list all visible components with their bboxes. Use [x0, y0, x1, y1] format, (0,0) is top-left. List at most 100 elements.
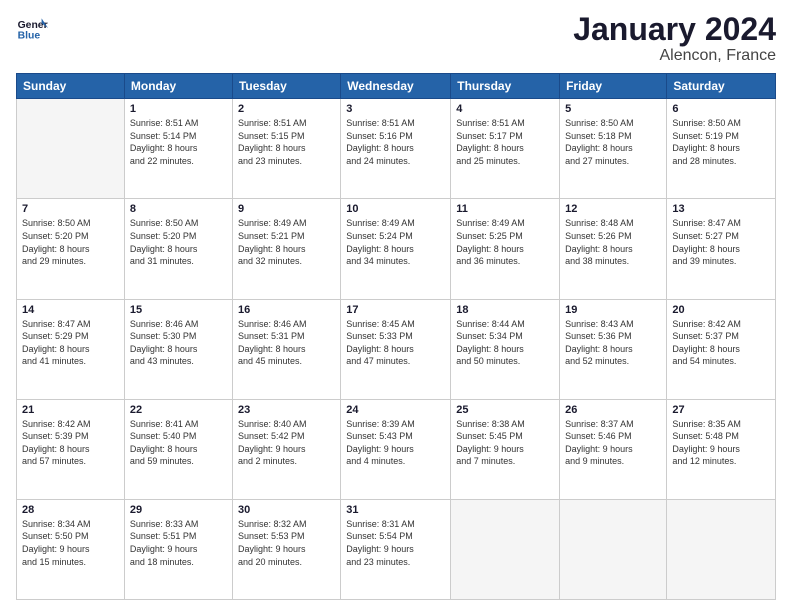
calendar-cell: 1 Sunrise: 8:51 AMSunset: 5:14 PMDaylight…	[124, 99, 232, 199]
logo-icon: General Blue	[16, 12, 48, 44]
day-number: 23	[238, 404, 335, 416]
day-number: 31	[346, 504, 445, 516]
calendar-cell: 29Sunrise: 8:33 AMSunset: 5:51 PMDayligh…	[124, 499, 232, 599]
day-number: 20	[672, 304, 770, 316]
calendar-cell: 22 Sunrise: 8:41 AMSunset: 5:40 PMDayligh…	[124, 399, 232, 499]
calendar-cell: 21 Sunrise: 8:42 AMSunset: 5:39 PMDayligh…	[17, 399, 125, 499]
calendar-cell: 3Sunrise: 8:51 AMSunset: 5:16 PMDaylight…	[341, 99, 451, 199]
calendar-cell: 15 Sunrise: 8:46 AMSunset: 5:30 PMDayligh…	[124, 299, 232, 399]
day-number: 22	[130, 404, 227, 416]
calendar-cell: 27 Sunrise: 8:35 AMSunset: 5:48 PMDayligh…	[667, 399, 776, 499]
day-info: Sunrise: 8:46 AMSunset: 5:31 PMDaylight:…	[238, 318, 335, 368]
calendar-cell: 16 Sunrise: 8:46 AMSunset: 5:31 PMDayligh…	[232, 299, 340, 399]
day-number: 16	[238, 304, 335, 316]
calendar-cell	[667, 499, 776, 599]
calendar-cell: 10Sunrise: 8:49 AMSunset: 5:24 PMDayligh…	[341, 199, 451, 299]
calendar-cell: 24 Sunrise: 8:39 AMSunset: 5:43 PMDayligh…	[341, 399, 451, 499]
day-number: 5	[565, 103, 661, 115]
day-number: 24	[346, 404, 445, 416]
calendar-week-row: 14Sunrise: 8:47 AMSunset: 5:29 PMDayligh…	[17, 299, 776, 399]
day-info: Sunrise: 8:50 AMSunset: 5:20 PMDaylight:…	[130, 217, 227, 267]
day-number: 21	[22, 404, 119, 416]
day-number: 25	[456, 404, 554, 416]
calendar-table: Sunday Monday Tuesday Wednesday Thursday…	[16, 73, 776, 600]
day-number: 7	[22, 203, 119, 215]
calendar-cell: 31 Sunrise: 8:31 AMSunset: 5:54 PMDayligh…	[341, 499, 451, 599]
day-number: 8	[130, 203, 227, 215]
day-number: 27	[672, 404, 770, 416]
day-number: 12	[565, 203, 661, 215]
day-info: Sunrise: 8:51 AMSunset: 5:15 PMDaylight:…	[238, 117, 335, 167]
calendar-cell: 28 Sunrise: 8:34 AMSunset: 5:50 PMDayligh…	[17, 499, 125, 599]
day-number: 4	[456, 103, 554, 115]
day-info: Sunrise: 8:51 AMSunset: 5:14 PMDaylight:…	[130, 117, 227, 167]
day-info: Sunrise: 8:50 AMSunset: 5:19 PMDaylight:…	[672, 117, 770, 167]
title-block: January 2024 Alencon, France	[573, 12, 776, 65]
calendar-cell: 20Sunrise: 8:42 AMSunset: 5:37 PMDayligh…	[667, 299, 776, 399]
calendar-cell: 14Sunrise: 8:47 AMSunset: 5:29 PMDayligh…	[17, 299, 125, 399]
calendar-week-row: 21 Sunrise: 8:42 AMSunset: 5:39 PMDayligh…	[17, 399, 776, 499]
day-info: Sunrise: 8:31 AMSunset: 5:54 PMDaylight:…	[346, 518, 445, 568]
day-info: Sunrise: 8:49 AMSunset: 5:24 PMDaylight:…	[346, 217, 445, 267]
day-number: 28	[22, 504, 119, 516]
day-info: Sunrise: 8:40 AMSunset: 5:42 PMDaylight:…	[238, 418, 335, 468]
header-saturday: Saturday	[667, 74, 776, 99]
day-info: Sunrise: 8:39 AMSunset: 5:43 PMDaylight:…	[346, 418, 445, 468]
calendar-cell: 12Sunrise: 8:48 AMSunset: 5:26 PMDayligh…	[560, 199, 667, 299]
calendar-cell	[451, 499, 560, 599]
calendar-cell: 4 Sunrise: 8:51 AMSunset: 5:17 PMDaylight…	[451, 99, 560, 199]
day-info: Sunrise: 8:50 AMSunset: 5:18 PMDaylight:…	[565, 117, 661, 167]
header-thursday: Thursday	[451, 74, 560, 99]
calendar-cell: 17Sunrise: 8:45 AMSunset: 5:33 PMDayligh…	[341, 299, 451, 399]
day-number: 11	[456, 203, 554, 215]
calendar-cell: 26 Sunrise: 8:37 AMSunset: 5:46 PMDayligh…	[560, 399, 667, 499]
day-info: Sunrise: 8:46 AMSunset: 5:30 PMDaylight:…	[130, 318, 227, 368]
calendar-cell: 30Sunrise: 8:32 AMSunset: 5:53 PMDayligh…	[232, 499, 340, 599]
day-number: 15	[130, 304, 227, 316]
calendar-cell: 25 Sunrise: 8:38 AMSunset: 5:45 PMDayligh…	[451, 399, 560, 499]
calendar-cell: 9 Sunrise: 8:49 AMSunset: 5:21 PMDaylight…	[232, 199, 340, 299]
calendar-cell	[17, 99, 125, 199]
day-number: 18	[456, 304, 554, 316]
day-info: Sunrise: 8:42 AMSunset: 5:39 PMDaylight:…	[22, 418, 119, 468]
day-number: 13	[672, 203, 770, 215]
day-number: 1	[130, 103, 227, 115]
calendar-week-row: 7 Sunrise: 8:50 AMSunset: 5:20 PMDaylight…	[17, 199, 776, 299]
day-number: 26	[565, 404, 661, 416]
calendar-cell: 19Sunrise: 8:43 AMSunset: 5:36 PMDayligh…	[560, 299, 667, 399]
header-tuesday: Tuesday	[232, 74, 340, 99]
logo: General Blue	[16, 12, 48, 44]
header-wednesday: Wednesday	[341, 74, 451, 99]
day-info: Sunrise: 8:51 AMSunset: 5:16 PMDaylight:…	[346, 117, 445, 167]
day-number: 9	[238, 203, 335, 215]
calendar-subtitle: Alencon, France	[573, 47, 776, 65]
calendar-cell: 5 Sunrise: 8:50 AMSunset: 5:18 PMDaylight…	[560, 99, 667, 199]
day-info: Sunrise: 8:37 AMSunset: 5:46 PMDaylight:…	[565, 418, 661, 468]
calendar-cell: 18 Sunrise: 8:44 AMSunset: 5:34 PMDayligh…	[451, 299, 560, 399]
calendar-cell: 11 Sunrise: 8:49 AMSunset: 5:25 PMDayligh…	[451, 199, 560, 299]
day-info: Sunrise: 8:47 AMSunset: 5:29 PMDaylight:…	[22, 318, 119, 368]
day-info: Sunrise: 8:50 AMSunset: 5:20 PMDaylight:…	[22, 217, 119, 267]
calendar-cell	[560, 499, 667, 599]
calendar-page: General Blue January 2024 Alencon, Franc…	[0, 0, 792, 612]
calendar-cell: 8 Sunrise: 8:50 AMSunset: 5:20 PMDaylight…	[124, 199, 232, 299]
day-info: Sunrise: 8:49 AMSunset: 5:25 PMDaylight:…	[456, 217, 554, 267]
day-info: Sunrise: 8:38 AMSunset: 5:45 PMDaylight:…	[456, 418, 554, 468]
day-info: Sunrise: 8:51 AMSunset: 5:17 PMDaylight:…	[456, 117, 554, 167]
day-info: Sunrise: 8:47 AMSunset: 5:27 PMDaylight:…	[672, 217, 770, 267]
day-info: Sunrise: 8:35 AMSunset: 5:48 PMDaylight:…	[672, 418, 770, 468]
day-info: Sunrise: 8:41 AMSunset: 5:40 PMDaylight:…	[130, 418, 227, 468]
header-monday: Monday	[124, 74, 232, 99]
calendar-body: 1 Sunrise: 8:51 AMSunset: 5:14 PMDaylight…	[17, 99, 776, 600]
day-info: Sunrise: 8:34 AMSunset: 5:50 PMDaylight:…	[22, 518, 119, 568]
day-number: 30	[238, 504, 335, 516]
day-info: Sunrise: 8:45 AMSunset: 5:33 PMDaylight:…	[346, 318, 445, 368]
header-sunday: Sunday	[17, 74, 125, 99]
day-info: Sunrise: 8:49 AMSunset: 5:21 PMDaylight:…	[238, 217, 335, 267]
day-number: 2	[238, 103, 335, 115]
calendar-cell: 6Sunrise: 8:50 AMSunset: 5:19 PMDaylight…	[667, 99, 776, 199]
day-info: Sunrise: 8:44 AMSunset: 5:34 PMDaylight:…	[456, 318, 554, 368]
calendar-cell: 2 Sunrise: 8:51 AMSunset: 5:15 PMDaylight…	[232, 99, 340, 199]
day-info: Sunrise: 8:33 AMSunset: 5:51 PMDaylight:…	[130, 518, 227, 568]
svg-text:Blue: Blue	[18, 30, 41, 41]
